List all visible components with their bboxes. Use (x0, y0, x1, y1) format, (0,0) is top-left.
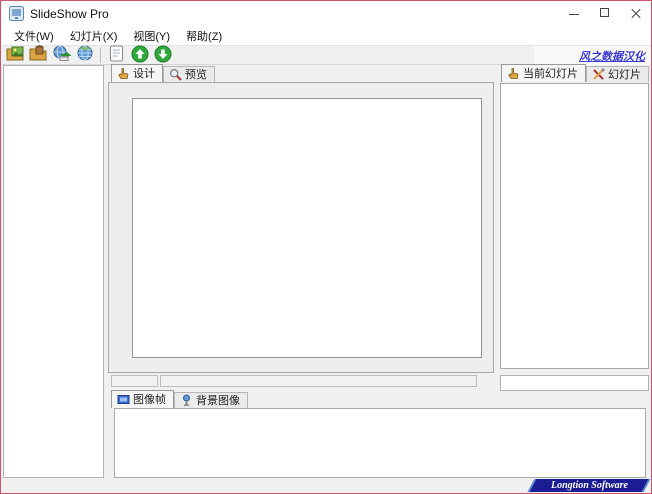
tab-design[interactable]: 设计 (111, 64, 163, 82)
slide-design-canvas[interactable] (132, 98, 482, 358)
up-arrow-icon (131, 45, 149, 66)
tab-background-image[interactable]: 背景图像 (174, 392, 248, 408)
menu-file[interactable]: 文件(W) (6, 26, 62, 46)
tab-current-slide-label: 当前幻灯片 (523, 68, 578, 80)
title-bar: SlideShow Pro (2, 1, 651, 26)
localization-link[interactable]: 风之数据汉化 (579, 48, 645, 64)
minimize-button[interactable] (559, 1, 590, 26)
hand-pointer-icon (507, 67, 520, 80)
move-down-button[interactable] (152, 45, 173, 66)
folder-open-icon (29, 44, 48, 65)
status-cell-left (111, 375, 158, 387)
tab-background-image-label: 背景图像 (196, 395, 240, 407)
slide-list-panel[interactable] (3, 65, 104, 478)
tools-icon (592, 67, 605, 81)
design-panel (108, 82, 494, 373)
right-panel-field[interactable] (500, 375, 649, 391)
add-slide-button[interactable] (106, 45, 127, 65)
tab-image-frames[interactable]: 图像帧 (111, 390, 174, 408)
minimize-icon (569, 14, 579, 15)
globe-browse-icon (76, 45, 94, 65)
document-icon (109, 45, 124, 65)
tab-slides[interactable]: 幻灯片 (586, 66, 649, 82)
film-frame-icon (117, 393, 130, 406)
tab-current-slide[interactable]: 当前幻灯片 (501, 64, 586, 82)
tab-preview-label: 预览 (185, 69, 207, 81)
globe-publish-icon (52, 45, 72, 65)
magnifier-icon (169, 68, 182, 81)
footer-bar: Longtion Software (2, 478, 651, 493)
status-cell-right (160, 375, 477, 387)
right-tabbar: 当前幻灯片 幻灯片 (501, 64, 649, 82)
brand-label: Longtion Software (550, 480, 628, 491)
menu-view[interactable]: 视图(Y) (125, 26, 178, 46)
window-controls (559, 1, 651, 26)
open-project-button[interactable] (28, 44, 49, 65)
maximize-button[interactable] (590, 1, 621, 26)
hand-pointer-icon (117, 67, 130, 80)
image-frames-box[interactable] (114, 408, 646, 478)
browse-web-button[interactable] (74, 45, 95, 65)
brand-banner: Longtion Software (527, 479, 651, 492)
maximize-icon (600, 8, 609, 17)
menu-slideshow[interactable]: 幻灯片(X) (62, 26, 126, 46)
app-icon (9, 6, 24, 21)
down-arrow-icon (154, 45, 172, 66)
app-window: SlideShow Pro 文件(W) 幻灯片(X) 视图(Y) 帮助(Z) 风… (0, 0, 652, 494)
folder-image-icon (6, 45, 25, 65)
window-title: SlideShow Pro (30, 6, 109, 21)
menu-help[interactable]: 帮助(Z) (178, 26, 230, 46)
add-images-button[interactable] (5, 46, 26, 65)
move-up-button[interactable] (129, 45, 150, 66)
tab-preview[interactable]: 预览 (163, 66, 215, 82)
publish-web-button[interactable] (51, 45, 72, 65)
toolbar-separator (100, 47, 101, 63)
toolbar-right-area: 风之数据汉化 (534, 46, 651, 65)
bottom-tabbar: 图像帧 背景图像 (111, 390, 248, 408)
tab-slides-label: 幻灯片 (608, 69, 641, 81)
current-slide-list[interactable] (500, 83, 649, 369)
toolbar: 风之数据汉化 (2, 44, 651, 66)
tab-image-frames-label: 图像帧 (133, 394, 166, 406)
design-tabbar: 设计 预览 (111, 64, 215, 82)
tab-design-label: 设计 (133, 68, 155, 80)
close-button[interactable] (621, 1, 651, 26)
menu-bar: 文件(W) 幻灯片(X) 视图(Y) 帮助(Z) (2, 26, 651, 46)
picture-icon (180, 394, 193, 407)
